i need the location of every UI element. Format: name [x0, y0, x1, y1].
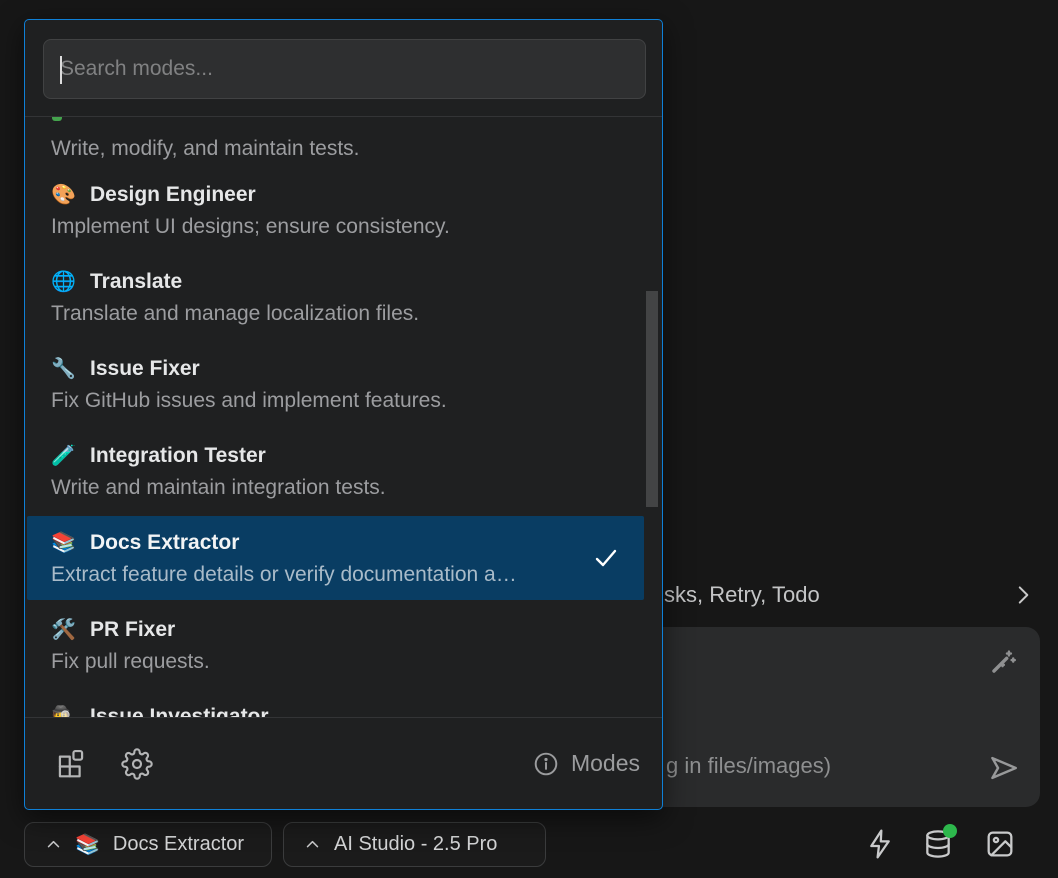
globe-emoji-icon: 🌐 [51, 269, 78, 295]
mode-chip-label: Docs Extractor [113, 833, 244, 856]
dropdown-footer: Modes [25, 718, 662, 809]
mode-picker-dropdown: Write, modify, and maintain tests. 🎨 Des… [24, 19, 663, 810]
mode-description: Fix pull requests. [51, 649, 588, 675]
mode-item-docs-extractor[interactable]: 📚 Docs Extractor Extract feature details… [27, 516, 644, 600]
mode-description: Implement UI designs; ensure consistency… [51, 214, 588, 240]
green-status-dot [943, 824, 957, 838]
mode-item-issue-investigator[interactable]: 🕵️ Issue Investigator [27, 690, 644, 717]
mode-name: Issue Fixer [90, 356, 200, 382]
chat-input-placeholder: g in files/images) [666, 753, 831, 779]
mode-description: Extract feature details or verify docume… [51, 562, 588, 588]
wrench-emoji-icon: 🔧 [51, 356, 78, 382]
marketplace-icon[interactable] [55, 748, 87, 780]
enhance-prompt-wand-icon[interactable] [986, 647, 1018, 679]
mode-item-design-engineer[interactable]: 🎨 Design Engineer Implement UI designs; … [27, 168, 644, 252]
mode-description: Translate and manage localization files. [51, 301, 588, 327]
mode-name: PR Fixer [90, 617, 175, 643]
search-box [43, 39, 646, 99]
modes-label: Modes [571, 750, 640, 777]
checkmark-icon [592, 544, 620, 572]
text-cursor [60, 56, 62, 84]
app-window: sks, Retry, Todo g in files/images) 📚 Do… [0, 0, 1058, 878]
chevron-up-icon [304, 836, 321, 853]
mode-name: Translate [90, 269, 182, 295]
mode-item-pr-fixer[interactable]: 🛠️ PR Fixer Fix pull requests. [27, 603, 644, 687]
task-header-text: sks, Retry, Todo [664, 582, 820, 608]
books-emoji-icon: 📚 [51, 530, 78, 556]
palette-emoji-icon: 🎨 [51, 182, 78, 208]
image-icon[interactable] [984, 828, 1016, 860]
mode-description: Write and maintain integration tests. [51, 475, 588, 501]
mode-item-translate[interactable]: 🌐 Translate Translate and manage localiz… [27, 255, 644, 339]
mode-list: Write, modify, and maintain tests. 🎨 Des… [27, 117, 644, 717]
chevron-right-icon[interactable] [1010, 582, 1036, 608]
mode-name: Issue Investigator [90, 704, 269, 717]
scrollbar-thumb[interactable] [646, 291, 658, 507]
mode-selector-chip[interactable]: 📚 Docs Extractor [24, 822, 272, 867]
send-icon[interactable] [986, 751, 1020, 785]
gear-icon[interactable] [121, 748, 153, 780]
task-header-row[interactable]: sks, Retry, Todo [664, 579, 1036, 611]
database-icon[interactable] [922, 828, 954, 860]
chat-input[interactable]: g in files/images) [650, 627, 1040, 807]
search-input[interactable] [44, 40, 645, 98]
lightning-icon[interactable] [864, 828, 896, 860]
model-selector-chip[interactable]: AI Studio - 2.5 Pro [283, 822, 546, 867]
model-chip-label: AI Studio - 2.5 Pro [334, 833, 497, 856]
hammer-wrench-emoji-icon: 🛠️ [51, 617, 78, 643]
mode-name: Docs Extractor [90, 530, 239, 556]
books-emoji-icon: 📚 [75, 832, 100, 857]
mode-item-partial[interactable]: Write, modify, and maintain tests. [27, 117, 644, 165]
test-tube-emoji-icon: 🧪 [51, 443, 78, 469]
mode-item-integration-tester[interactable]: 🧪 Integration Tester Write and maintain … [27, 429, 644, 513]
info-icon[interactable] [533, 751, 559, 777]
detective-emoji-icon: 🕵️ [51, 704, 78, 717]
mode-item-issue-fixer[interactable]: 🔧 Issue Fixer Fix GitHub issues and impl… [27, 342, 644, 426]
mode-description: Fix GitHub issues and implement features… [51, 388, 588, 414]
mode-name: Integration Tester [90, 443, 266, 469]
chevron-up-icon [45, 836, 62, 853]
mode-name: Design Engineer [90, 182, 256, 208]
